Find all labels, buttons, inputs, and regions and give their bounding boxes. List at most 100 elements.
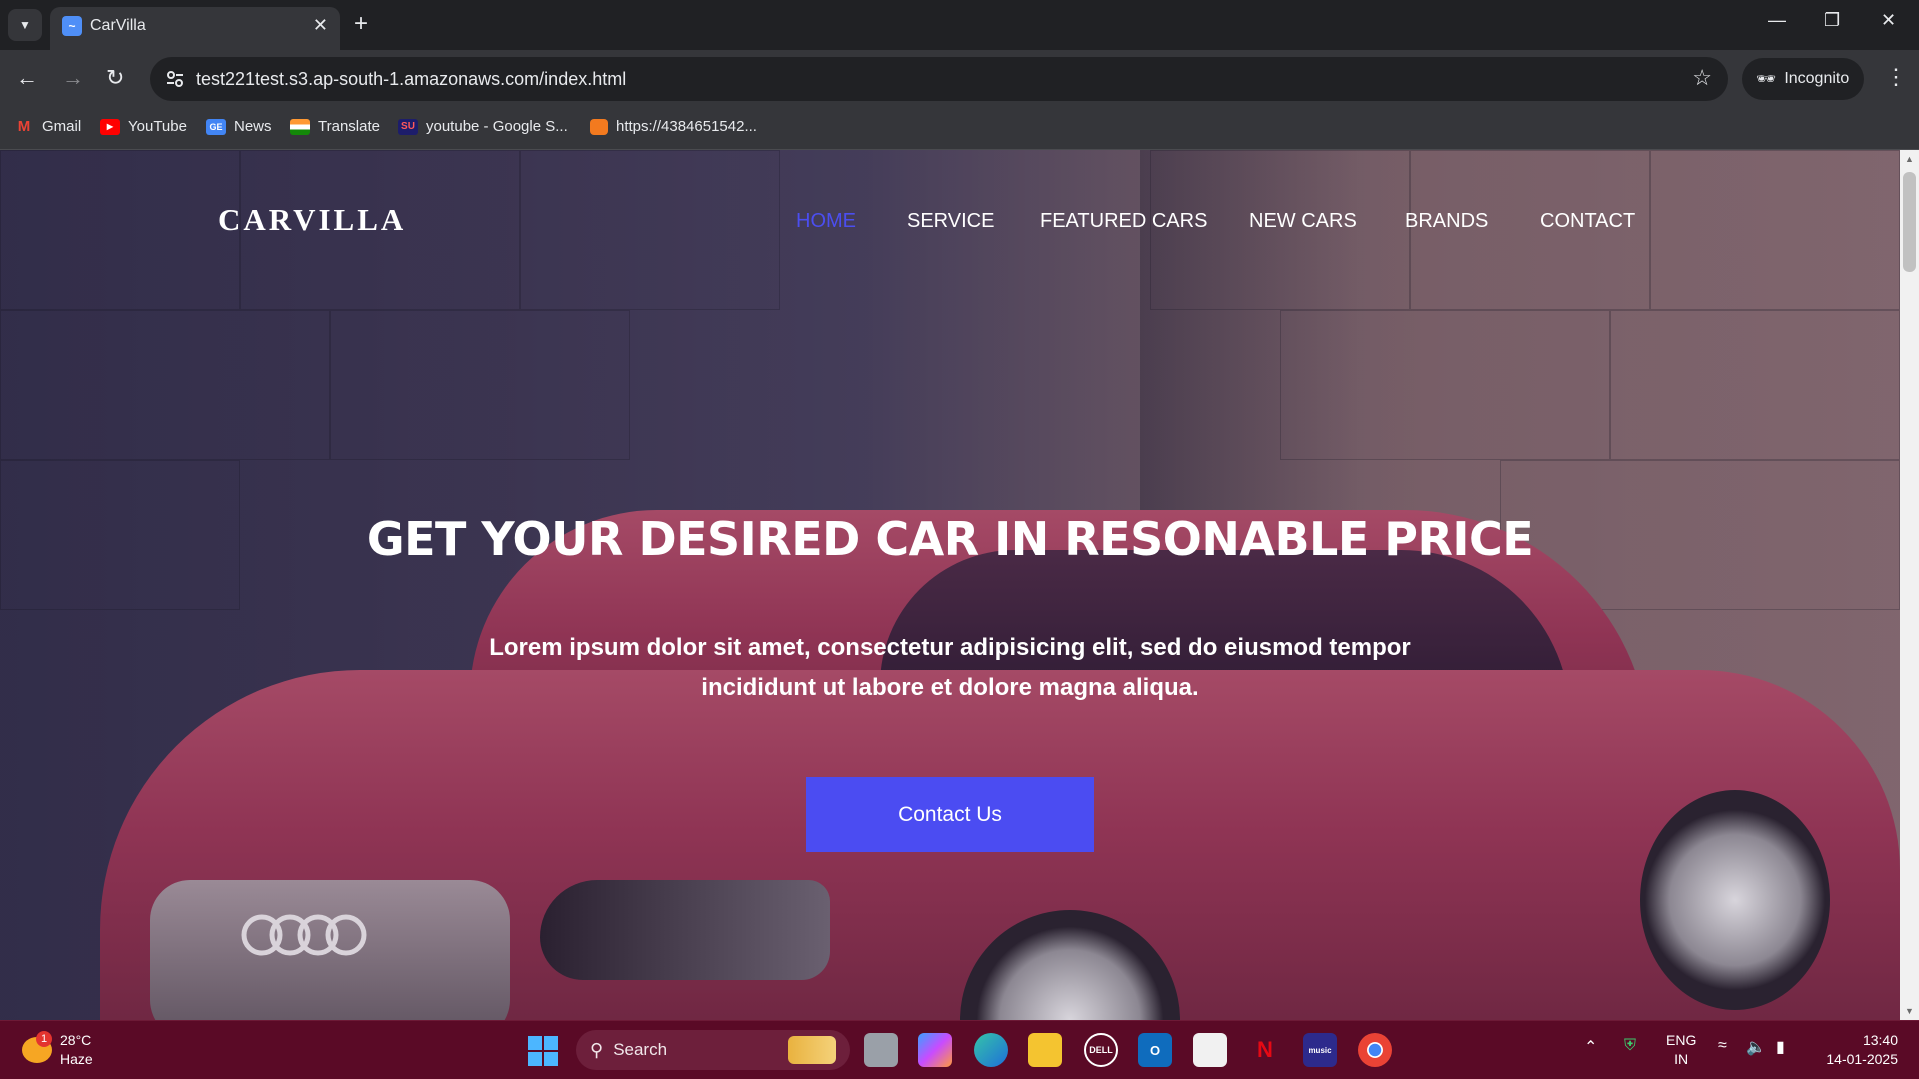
start-tile bbox=[544, 1036, 558, 1050]
tab-search-button[interactable]: ▼ bbox=[8, 9, 42, 41]
bookmark-gmail[interactable]: M Gmail bbox=[14, 118, 81, 135]
browser-tab[interactable]: ~ CarVilla ✕ bbox=[50, 7, 340, 50]
security-shield-icon[interactable]: ⛨ bbox=[1624, 1037, 1636, 1055]
system-clock[interactable]: 13:40 14-01-2025 bbox=[1816, 1031, 1898, 1069]
incognito-label: Incognito bbox=[1784, 70, 1850, 87]
url-text[interactable]: test221test.s3.ap-south-1.amazonaws.com/… bbox=[196, 69, 626, 90]
wifi-icon[interactable]: ≈ bbox=[1718, 1037, 1727, 1055]
nav-contact[interactable]: CONTACT bbox=[1540, 210, 1635, 233]
nav-featured-cars[interactable]: FEATURED CARS bbox=[1040, 210, 1207, 233]
bookmark-label: Gmail bbox=[42, 118, 82, 135]
taskbar-search[interactable]: ⚲ Search bbox=[576, 1030, 850, 1070]
task-view-icon[interactable] bbox=[864, 1033, 898, 1067]
clock-time: 13:40 bbox=[1862, 1032, 1898, 1048]
store-icon[interactable] bbox=[1193, 1033, 1227, 1067]
new-tab-plus-icon[interactable]: + bbox=[354, 10, 368, 38]
forward-arrow-icon[interactable]: → bbox=[62, 65, 84, 91]
window-close-icon[interactable]: ✕ bbox=[1881, 10, 1896, 31]
cube-icon bbox=[590, 118, 608, 135]
hero-background-image bbox=[0, 150, 1900, 1020]
start-tile bbox=[528, 1052, 542, 1066]
volume-icon[interactable]: 🔈 bbox=[1746, 1037, 1766, 1057]
windows-taskbar: 1 28°C Haze ⚲ Search DELL O N music ⌃ ⛨ … bbox=[0, 1020, 1919, 1079]
weather-badge: 1 bbox=[36, 1031, 52, 1047]
dell-icon[interactable]: DELL bbox=[1084, 1033, 1118, 1067]
hero-description: Lorem ipsum dolor sit amet, consectetur … bbox=[450, 628, 1450, 708]
browser-tab-strip: ▼ ~ CarVilla ✕ + — ❐ ✕ bbox=[0, 0, 1919, 50]
bookmark-youtube[interactable]: ▶ YouTube bbox=[100, 118, 187, 135]
browser-menu-icon[interactable]: ⋮ bbox=[1885, 62, 1907, 92]
edge-icon[interactable] bbox=[974, 1033, 1008, 1067]
close-icon[interactable]: ✕ bbox=[313, 15, 328, 36]
restore-icon[interactable]: ❐ bbox=[1824, 10, 1840, 31]
bookmark-star-icon[interactable]: ☆ bbox=[1692, 65, 1712, 91]
bookmark-label: YouTube bbox=[128, 118, 187, 135]
amazon-music-icon[interactable]: music bbox=[1303, 1033, 1337, 1067]
contact-us-button[interactable]: Contact Us bbox=[806, 777, 1094, 852]
nav-service[interactable]: SERVICE bbox=[907, 210, 994, 233]
battery-icon[interactable]: ▮ bbox=[1776, 1037, 1785, 1057]
scroll-up-arrow-icon[interactable]: ▲ bbox=[1905, 154, 1914, 164]
nav-new-cars[interactable]: NEW CARS bbox=[1249, 210, 1357, 233]
weather-temperature: 28°C bbox=[60, 1032, 92, 1048]
wall-block bbox=[520, 150, 780, 310]
weather-widget[interactable]: 1 28°C Haze bbox=[22, 1031, 93, 1069]
bookmark-translate[interactable]: Translate bbox=[290, 118, 380, 135]
haze-weather-icon: 1 bbox=[22, 1031, 52, 1063]
back-arrow-icon[interactable]: ← bbox=[16, 65, 38, 91]
incognito-icon: 🕶 bbox=[1756, 71, 1777, 88]
netflix-icon[interactable]: N bbox=[1248, 1033, 1282, 1067]
scroll-down-arrow-icon[interactable]: ▼ bbox=[1905, 1006, 1914, 1016]
bookmark-label: Translate bbox=[318, 118, 380, 135]
nav-brands[interactable]: BRANDS bbox=[1405, 210, 1488, 233]
page-scrollbar[interactable]: ▲ ▼ bbox=[1900, 150, 1919, 1020]
input-language[interactable]: ENG IN bbox=[1666, 1031, 1696, 1069]
wall-block bbox=[1610, 310, 1900, 460]
site-logo[interactable]: CARVILLA bbox=[218, 202, 406, 238]
hero-title: GET YOUR DESIRED CAR IN RESONABLE PRICE bbox=[366, 512, 1534, 566]
start-tile bbox=[544, 1052, 558, 1066]
audi-rings-logo bbox=[240, 910, 367, 956]
chevron-down-icon: ▼ bbox=[19, 18, 31, 32]
copilot-icon[interactable] bbox=[918, 1033, 952, 1067]
wall-block bbox=[0, 150, 240, 310]
search-highlight-icon bbox=[788, 1036, 836, 1064]
weather-condition: Haze bbox=[60, 1051, 93, 1067]
translate-icon bbox=[290, 118, 310, 135]
bookmark-youtube-google-search[interactable]: SU youtube - Google S... bbox=[398, 118, 568, 135]
site-settings-icon[interactable] bbox=[164, 68, 186, 90]
file-explorer-icon[interactable] bbox=[1028, 1033, 1062, 1067]
taskbar-search-label: Search bbox=[613, 1040, 668, 1059]
hero-description-line-1: Lorem ipsum dolor sit amet, consectetur … bbox=[489, 634, 1411, 661]
hero-description-line-2: incididunt ut labore et dolore magna ali… bbox=[701, 674, 1199, 701]
minimize-icon[interactable]: — bbox=[1768, 10, 1786, 31]
reload-icon[interactable]: ↻ bbox=[106, 65, 124, 91]
bookmark-label: News bbox=[234, 118, 272, 135]
su-icon: SU bbox=[398, 118, 418, 135]
language-region: IN bbox=[1674, 1051, 1689, 1067]
carvilla-favicon-icon: ~ bbox=[62, 16, 82, 36]
windows-start-button[interactable] bbox=[528, 1036, 558, 1066]
news-icon: GE bbox=[206, 118, 226, 135]
clock-date: 14-01-2025 bbox=[1826, 1051, 1898, 1067]
wall-block bbox=[1650, 150, 1900, 310]
chrome-icon[interactable] bbox=[1358, 1033, 1392, 1067]
nav-home[interactable]: HOME bbox=[796, 210, 856, 233]
search-icon: ⚲ bbox=[590, 1039, 604, 1060]
scrollbar-thumb[interactable] bbox=[1903, 172, 1916, 272]
bookmark-news[interactable]: GE News bbox=[206, 118, 272, 135]
page-viewport: CARVILLA HOME SERVICE FEATURED CARS NEW … bbox=[0, 150, 1900, 1020]
address-bar[interactable]: test221test.s3.ap-south-1.amazonaws.com/… bbox=[150, 57, 1728, 101]
car-rear-wheel bbox=[1640, 790, 1830, 1010]
tab-title: CarVilla bbox=[90, 17, 146, 34]
bookmark-label: youtube - Google S... bbox=[426, 118, 568, 135]
wall-block bbox=[330, 310, 630, 460]
gmail-icon: M bbox=[17, 118, 31, 135]
incognito-indicator[interactable]: 🕶 Incognito bbox=[1742, 58, 1864, 100]
start-tile bbox=[528, 1036, 542, 1050]
bookmark-url[interactable]: https://4384651542... bbox=[590, 118, 757, 135]
outlook-icon[interactable]: O bbox=[1138, 1033, 1172, 1067]
browser-toolbar: ← → ↻ test221test.s3.ap-south-1.amazonaw… bbox=[0, 50, 1919, 108]
language-code: ENG bbox=[1666, 1032, 1697, 1048]
tray-overflow-chevron-icon[interactable]: ⌃ bbox=[1584, 1037, 1597, 1057]
